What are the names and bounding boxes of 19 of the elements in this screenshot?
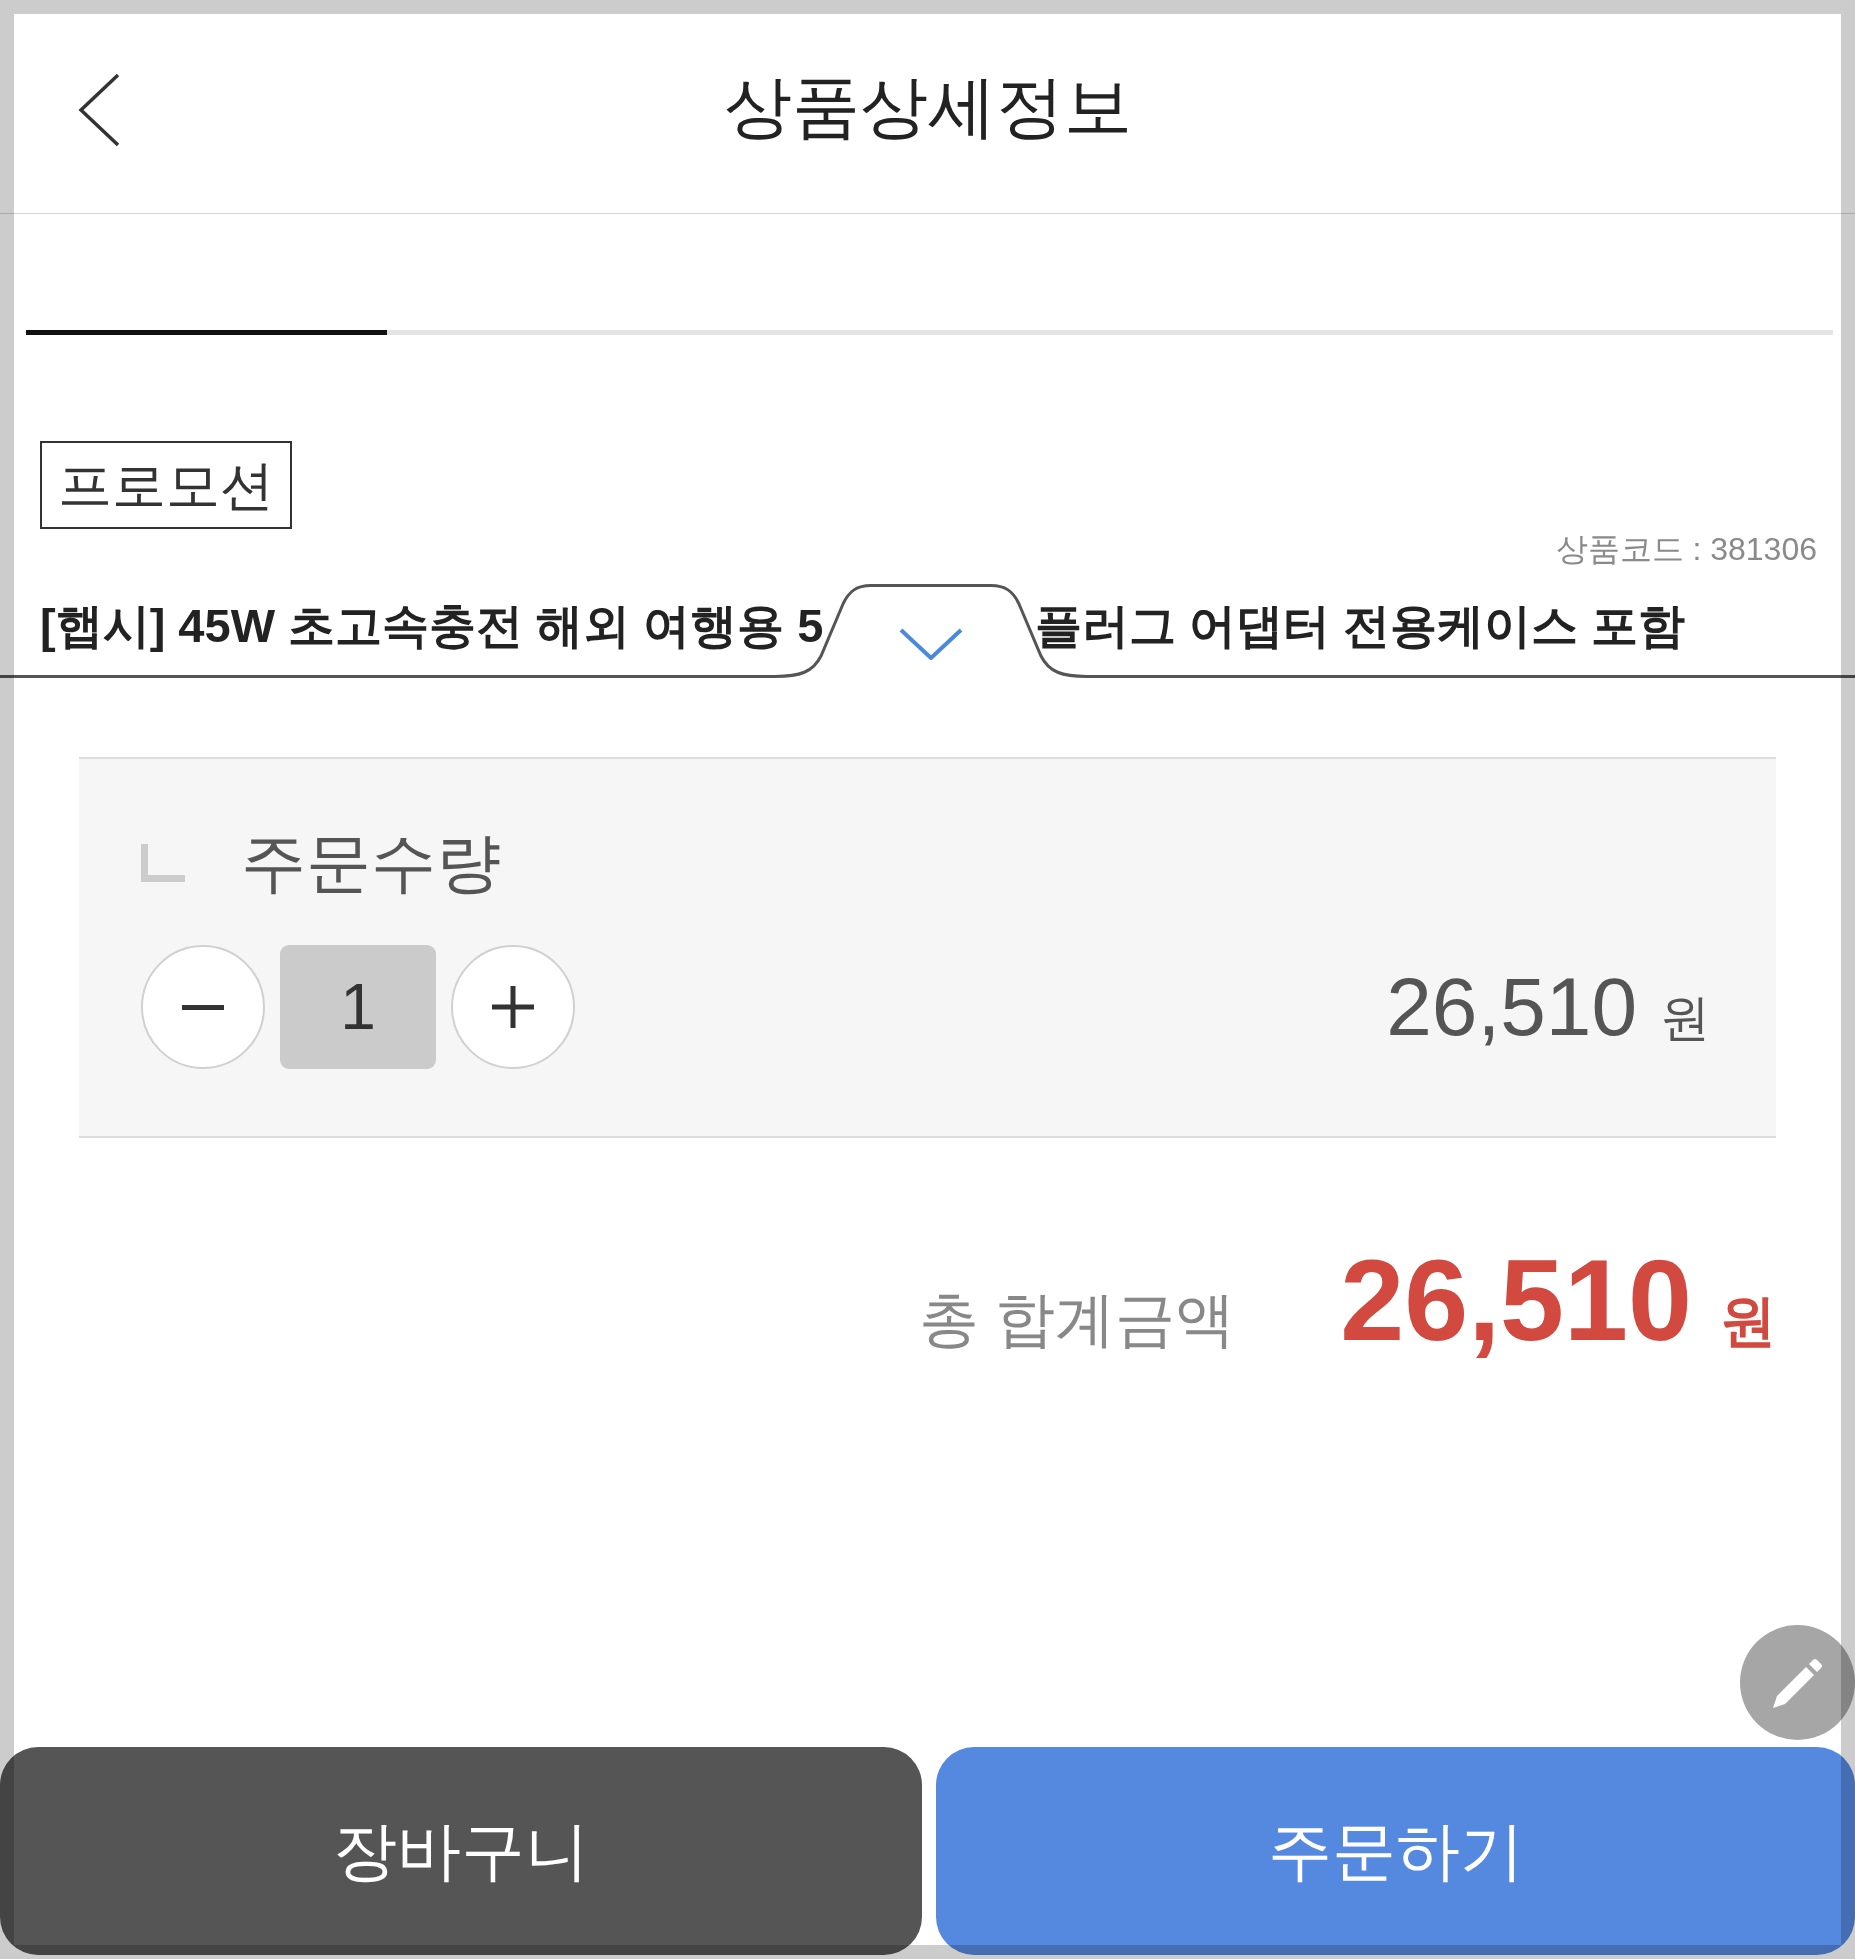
minus-icon	[182, 1004, 224, 1010]
product-name: 플러그 어댑터 전용케이스 포함	[1035, 598, 1686, 654]
total-label: 총 합계금액	[918, 1285, 1236, 1355]
back-button[interactable]	[77, 73, 121, 147]
product-name: [햅시] 45W 초고속충전 해외 여행용 5	[40, 598, 824, 654]
quantity-label: 주문수량	[241, 825, 501, 901]
currency-unit: 원	[1660, 988, 1710, 1048]
indent-corner-icon	[141, 844, 185, 882]
item-price: 26,510	[1386, 959, 1637, 1054]
page-title: 상품상세정보	[723, 66, 1132, 146]
plus-icon	[492, 986, 534, 1028]
chevron-left-icon	[77, 73, 121, 147]
product-code: 상품코드 : 381306	[1555, 530, 1817, 569]
pencil-icon	[1772, 1657, 1823, 1708]
currency-unit: 원	[1720, 1288, 1776, 1354]
quantity-field[interactable]: 1	[280, 945, 436, 1069]
total-price: 26,510	[1340, 1235, 1692, 1366]
promotion-badge: 프로모션	[40, 441, 292, 529]
cart-button[interactable]: 장바구니	[0, 1747, 922, 1955]
